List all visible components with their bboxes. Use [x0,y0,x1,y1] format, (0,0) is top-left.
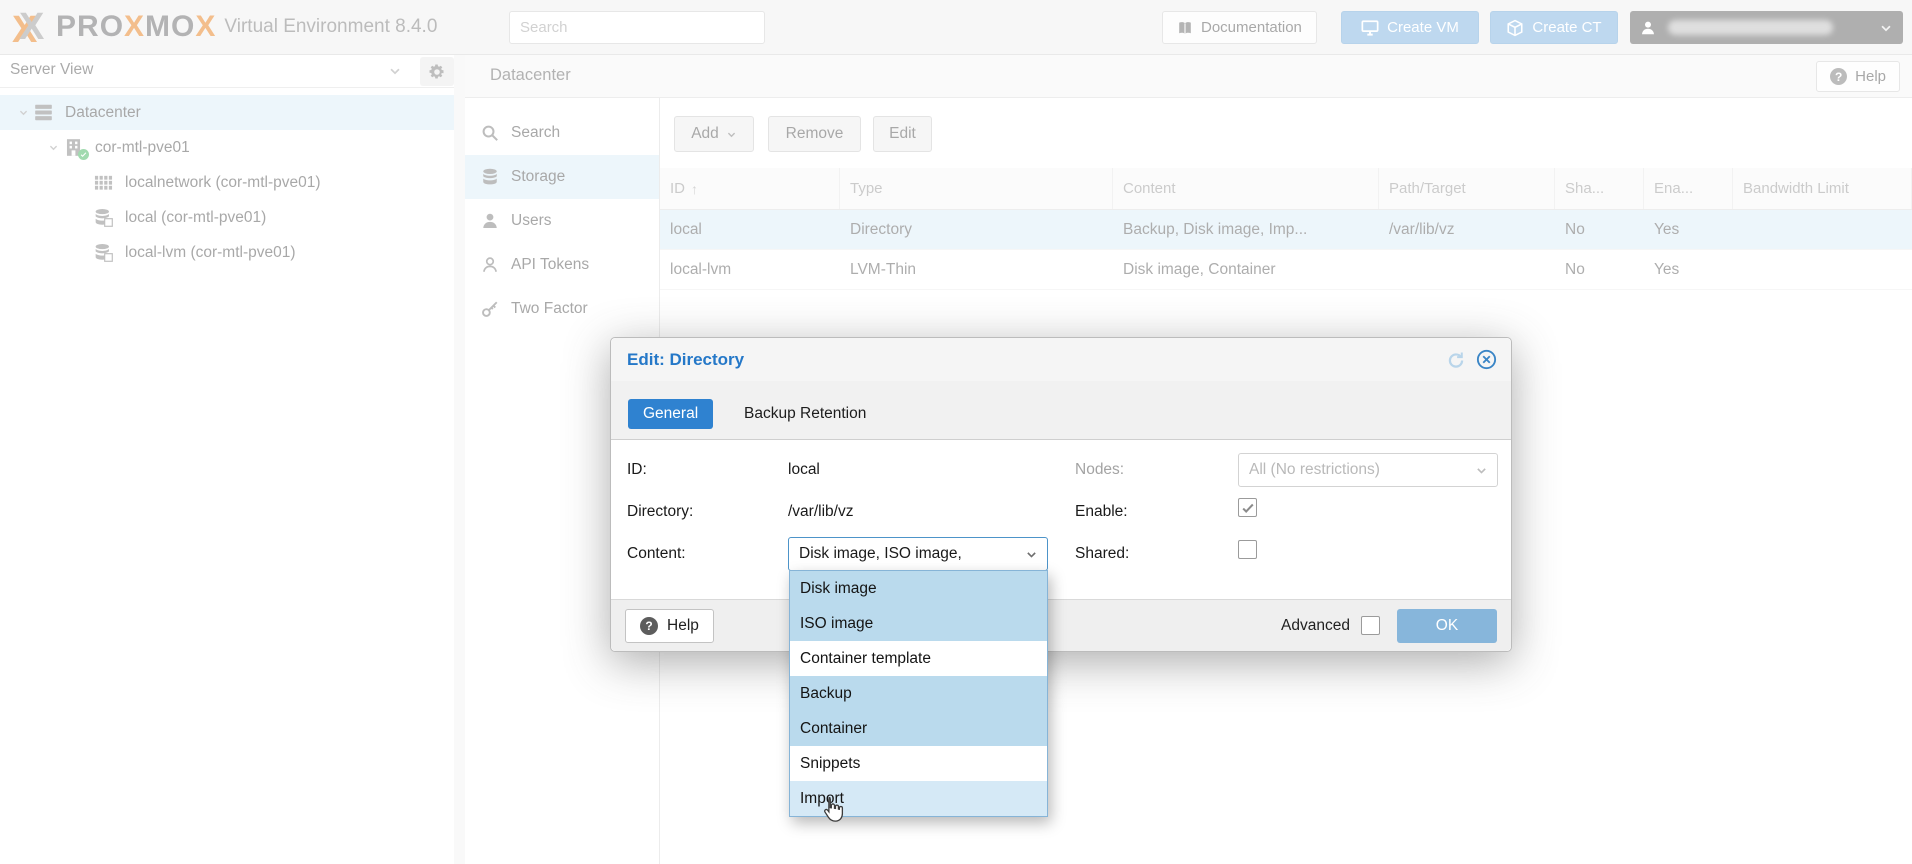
dropdown-option-disk-image[interactable]: Disk image [790,571,1047,606]
dialog-header[interactable]: Edit: Directory [611,338,1511,381]
shared-checkbox[interactable] [1238,540,1257,559]
dialog-footer: ? Help Advanced OK [611,599,1511,651]
dialog-help-button[interactable]: ? Help [625,609,714,643]
id-field-label: ID: [627,461,647,479]
content-field-label: Content: [627,545,686,563]
dropdown-option-backup[interactable]: Backup [790,676,1047,711]
dropdown-option-container[interactable]: Container [790,711,1047,746]
enable-checkbox[interactable] [1238,498,1257,517]
dropdown-option-import[interactable]: Import [790,781,1047,816]
dialog-help-label: Help [667,617,699,635]
advanced-label: Advanced [1281,617,1350,635]
check-icon [1241,501,1255,515]
chevron-down-icon [1025,548,1038,561]
question-icon: ? [640,617,658,635]
chevron-down-icon [1475,464,1488,477]
enable-field-label: Enable: [1075,503,1128,521]
content-select[interactable]: Disk image, ISO image, [788,537,1048,571]
directory-field-label: Directory: [627,503,693,521]
id-field-value: local [788,461,820,479]
dialog-title: Edit: Directory [627,350,744,370]
ok-button[interactable]: OK [1397,609,1497,643]
tab-general[interactable]: General [628,399,713,429]
undo-icon[interactable] [1446,350,1466,370]
dropdown-option-iso-image[interactable]: ISO image [790,606,1047,641]
dropdown-option-snippets[interactable]: Snippets [790,746,1047,781]
tab-backup-retention[interactable]: Backup Retention [744,399,866,429]
shared-field-label: Shared: [1075,545,1129,563]
advanced-checkbox[interactable] [1361,616,1380,635]
content-select-dropdown: Disk imageISO imageContainer templateBac… [789,570,1048,817]
nodes-select[interactable]: All (No restrictions) [1238,453,1498,487]
edit-directory-dialog: Edit: Directory General Backup Retention… [610,337,1512,652]
content-select-value: Disk image, ISO image, [799,545,962,563]
proxmox-web-ui: XX PROXMOX Virtual Environment 8.4.0 Doc… [0,0,1912,864]
dropdown-option-container-template[interactable]: Container template [790,641,1047,676]
directory-field-value: /var/lib/vz [788,503,853,521]
nodes-field-label: Nodes: [1075,461,1124,479]
dialog-tab-bar: General Backup Retention [611,381,1511,440]
nodes-select-value: All (No restrictions) [1249,461,1380,479]
close-icon[interactable] [1476,349,1497,370]
